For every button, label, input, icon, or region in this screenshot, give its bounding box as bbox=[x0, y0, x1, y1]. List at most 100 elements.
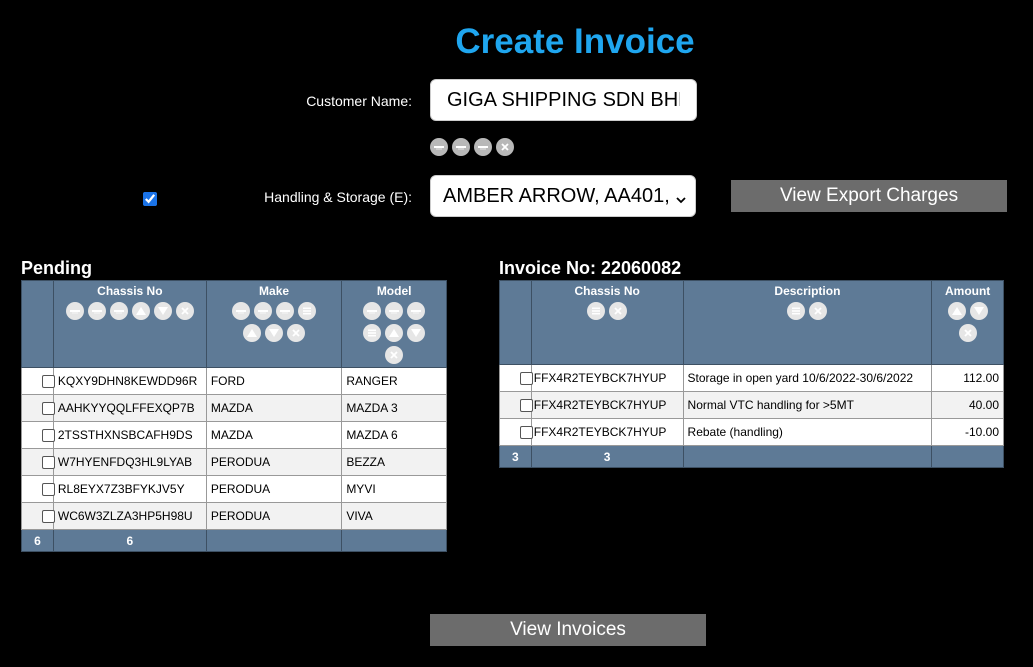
handling-storage-selected-value: AMBER ARROW, AA401, bbox=[443, 184, 670, 207]
model-cell: BEZZA bbox=[341, 448, 447, 476]
amount-cell: 112.00 bbox=[931, 364, 1004, 392]
triangle-up-icon[interactable] bbox=[385, 324, 404, 342]
pending-chassis-ops bbox=[56, 302, 204, 320]
table-row[interactable]: FFX4R2TEYBCK7HYUP Storage in open yard 10… bbox=[499, 364, 1004, 392]
minus-icon[interactable] bbox=[254, 302, 273, 320]
list-icon[interactable] bbox=[363, 324, 382, 342]
customer-name-input[interactable] bbox=[430, 79, 697, 121]
minus-icon[interactable] bbox=[87, 302, 106, 320]
table-row[interactable]: KQXY9DHN8KEWDD96R FORD RANGER bbox=[21, 367, 447, 395]
model-cell: RANGER bbox=[341, 367, 447, 395]
amount-cell: -10.00 bbox=[931, 418, 1004, 446]
triangle-up-icon[interactable] bbox=[131, 302, 150, 320]
description-cell: Normal VTC handling for >5MT bbox=[682, 391, 933, 419]
invoice-description-ops bbox=[686, 302, 930, 320]
invoice-number-title: Invoice No: 22060082 bbox=[499, 258, 682, 278]
model-cell: MYVI bbox=[341, 475, 447, 503]
row-checkbox[interactable] bbox=[519, 372, 533, 386]
table-row[interactable]: FFX4R2TEYBCK7HYUP Rebate (handling) -10.00 bbox=[499, 418, 1004, 446]
pending-model-ops bbox=[344, 302, 444, 364]
row-select-cell[interactable] bbox=[499, 391, 533, 419]
invoice-table: Chassis No Description Amount FFX4R2TEYB… bbox=[499, 280, 1004, 468]
row-select-cell[interactable] bbox=[21, 367, 55, 395]
row-select-cell[interactable] bbox=[499, 418, 533, 446]
minus-icon[interactable] bbox=[232, 302, 251, 320]
list-icon[interactable] bbox=[587, 302, 606, 320]
view-invoices-button[interactable]: View Invoices bbox=[430, 614, 706, 646]
minus-icon[interactable] bbox=[65, 302, 84, 320]
pending-model-header-label: Model bbox=[376, 284, 412, 298]
chassis-cell: AAHKYYQQLFFEXQP7B bbox=[52, 394, 207, 422]
pending-make-header: Make bbox=[205, 280, 343, 368]
close-icon[interactable] bbox=[958, 324, 977, 342]
model-cell: VIVA bbox=[341, 502, 447, 530]
close-icon[interactable] bbox=[609, 302, 628, 320]
amount-cell: 40.00 bbox=[931, 391, 1004, 419]
minus-icon[interactable] bbox=[452, 138, 470, 156]
view-export-charges-button[interactable]: View Export Charges bbox=[731, 180, 1007, 212]
minus-icon[interactable] bbox=[474, 138, 492, 156]
triangle-up-icon[interactable] bbox=[947, 302, 966, 320]
minus-icon[interactable] bbox=[385, 302, 404, 320]
invoice-amount-ops bbox=[934, 302, 1001, 342]
chassis-cell: RL8EYX7Z3BFYKJV5Y bbox=[52, 475, 207, 503]
row-checkbox[interactable] bbox=[41, 483, 55, 497]
page-title: Create Invoice bbox=[455, 22, 695, 61]
minus-icon[interactable] bbox=[276, 302, 295, 320]
pending-footer-empty bbox=[205, 529, 343, 552]
close-icon[interactable] bbox=[809, 302, 828, 320]
invoice-description-header-label: Description bbox=[774, 284, 841, 298]
minus-icon[interactable] bbox=[407, 302, 426, 320]
pending-make-ops bbox=[209, 302, 339, 342]
minus-icon[interactable] bbox=[363, 302, 382, 320]
row-checkbox[interactable] bbox=[519, 426, 533, 440]
triangle-down-icon[interactable] bbox=[265, 324, 284, 342]
row-checkbox[interactable] bbox=[41, 456, 55, 470]
invoice-footer-count: 3 bbox=[499, 445, 532, 468]
minus-icon[interactable] bbox=[109, 302, 128, 320]
triangle-down-icon[interactable] bbox=[153, 302, 172, 320]
row-select-cell[interactable] bbox=[21, 421, 55, 449]
row-checkbox[interactable] bbox=[519, 399, 533, 413]
invoice-rows: FFX4R2TEYBCK7HYUP Storage in open yard 10… bbox=[499, 364, 1004, 446]
handling-storage-checkbox[interactable] bbox=[143, 192, 157, 206]
list-icon[interactable] bbox=[787, 302, 806, 320]
row-select-cell[interactable] bbox=[21, 448, 55, 476]
pending-chassis-header: Chassis No bbox=[52, 280, 207, 368]
invoice-description-header: Description bbox=[682, 280, 933, 365]
table-row[interactable]: FFX4R2TEYBCK7HYUP Normal VTC handling for… bbox=[499, 391, 1004, 419]
close-icon[interactable] bbox=[496, 138, 514, 156]
list-icon[interactable] bbox=[298, 302, 317, 320]
row-select-cell[interactable] bbox=[21, 475, 55, 503]
triangle-down-icon[interactable] bbox=[407, 324, 426, 342]
row-select-cell[interactable] bbox=[499, 364, 533, 392]
table-row[interactable]: WC6W3ZLZA3HP5H98U PERODUA VIVA bbox=[21, 502, 447, 530]
table-row[interactable]: RL8EYX7Z3BFYKJV5Y PERODUA MYVI bbox=[21, 475, 447, 503]
row-checkbox[interactable] bbox=[41, 375, 55, 389]
close-icon[interactable] bbox=[385, 346, 404, 364]
chassis-cell: W7HYENFDQ3HL9LYAB bbox=[52, 448, 207, 476]
table-row[interactable]: 2TSSTHXNSBCAFH9DS MAZDA MAZDA 6 bbox=[21, 421, 447, 449]
make-cell: MAZDA bbox=[205, 394, 343, 422]
table-row[interactable]: W7HYENFDQ3HL9LYAB PERODUA BEZZA bbox=[21, 448, 447, 476]
minus-icon[interactable] bbox=[430, 138, 448, 156]
row-select-cell[interactable] bbox=[21, 502, 55, 530]
make-cell: PERODUA bbox=[205, 502, 343, 530]
triangle-down-icon[interactable] bbox=[969, 302, 988, 320]
customer-name-label: Customer Name: bbox=[306, 93, 412, 109]
close-icon[interactable] bbox=[287, 324, 306, 342]
chassis-cell: KQXY9DHN8KEWDD96R bbox=[52, 367, 207, 395]
handling-storage-select[interactable]: AMBER ARROW, AA401, bbox=[430, 175, 696, 217]
row-checkbox[interactable] bbox=[41, 429, 55, 443]
table-row[interactable]: AAHKYYQQLFFEXQP7B MAZDA MAZDA 3 bbox=[21, 394, 447, 422]
invoice-amount-header-label: Amount bbox=[944, 284, 991, 298]
close-icon[interactable] bbox=[175, 302, 194, 320]
row-checkbox[interactable] bbox=[41, 510, 55, 524]
triangle-up-icon[interactable] bbox=[243, 324, 262, 342]
model-cell: MAZDA 6 bbox=[341, 421, 447, 449]
chassis-cell: 2TSSTHXNSBCAFH9DS bbox=[52, 421, 207, 449]
row-checkbox[interactable] bbox=[41, 402, 55, 416]
row-select-cell[interactable] bbox=[21, 394, 55, 422]
make-cell: MAZDA bbox=[205, 421, 343, 449]
pending-select-header bbox=[21, 280, 54, 368]
